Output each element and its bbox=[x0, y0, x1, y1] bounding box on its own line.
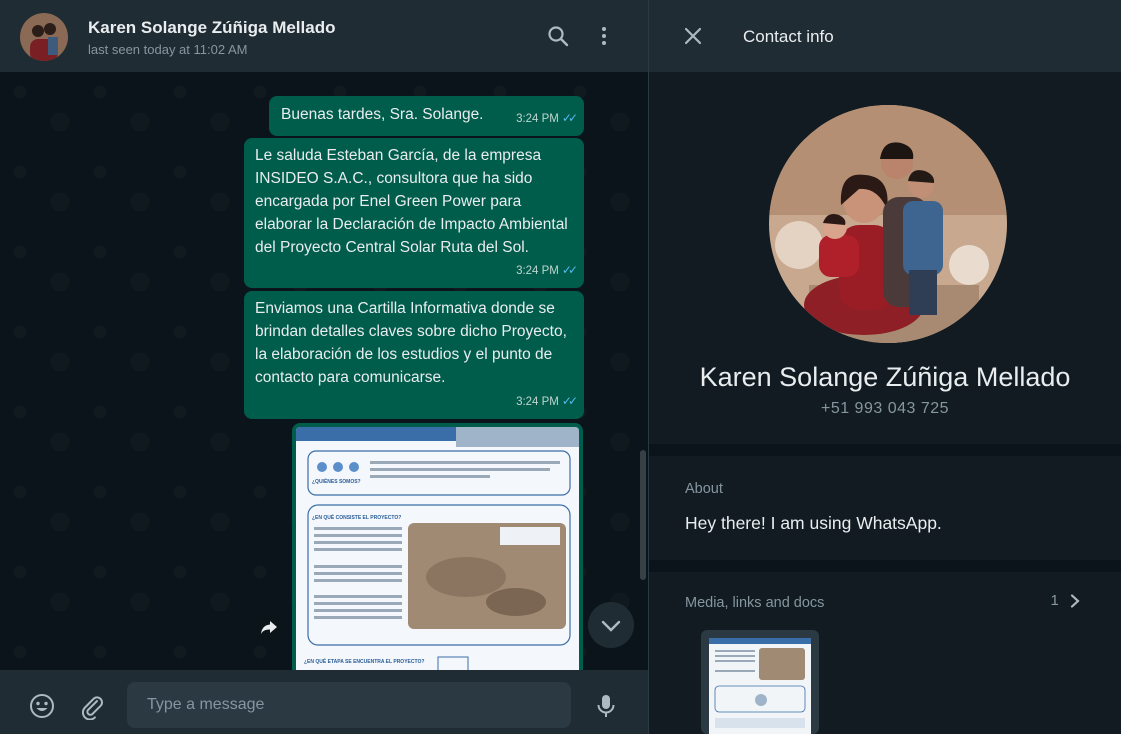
profile-photo[interactable] bbox=[769, 105, 1007, 343]
message-bubble[interactable]: Le saluda Esteban García, de la empresa … bbox=[244, 138, 584, 288]
media-count[interactable]: 1 bbox=[1050, 592, 1081, 609]
about-label: About bbox=[685, 481, 723, 497]
emoji-icon[interactable] bbox=[28, 692, 56, 720]
section-divider bbox=[649, 560, 1121, 572]
chevron-right-icon bbox=[1070, 594, 1080, 608]
chat-header[interactable]: Karen Solange Zúñiga Mellado last seen t… bbox=[0, 0, 648, 72]
mic-icon[interactable] bbox=[592, 692, 620, 720]
chat-pane: Karen Solange Zúñiga Mellado last seen t… bbox=[0, 0, 648, 734]
document-preview[interactable]: ¿QUIÉNES SOMOS? ¿EN QUÉ CONSISTE EL PROY… bbox=[296, 427, 579, 683]
double-check-icon: ✓✓ bbox=[561, 263, 578, 277]
document-image-message[interactable]: ¿QUIÉNES SOMOS? ¿EN QUÉ CONSISTE EL PROY… bbox=[292, 423, 583, 683]
contact-info-title: Contact info bbox=[743, 27, 834, 46]
contact-info-panel: Contact info Karen Solange Zúñiga Mellad… bbox=[648, 0, 1121, 734]
section-divider bbox=[649, 444, 1121, 456]
chat-scrollbar[interactable] bbox=[640, 450, 646, 580]
menu-icon[interactable] bbox=[592, 24, 616, 48]
chevron-down-icon bbox=[601, 620, 621, 632]
close-icon[interactable] bbox=[681, 24, 705, 48]
doc-heading: ¿EN QUÉ ETAPA SE ENCUENTRA EL PROYECTO? bbox=[304, 659, 425, 665]
forward-icon bbox=[261, 621, 277, 634]
message-time: 3:24 PM ✓✓ bbox=[516, 111, 578, 125]
document-page-graphic bbox=[296, 427, 579, 672]
about-text: Hey there! I am using WhatsApp. bbox=[685, 513, 942, 533]
attach-icon[interactable] bbox=[78, 692, 106, 720]
message-text: Enviamos una Cartilla Informativa donde … bbox=[255, 300, 567, 386]
scroll-down-button[interactable] bbox=[588, 602, 634, 648]
media-label[interactable]: Media, links and docs bbox=[685, 595, 824, 611]
profile-name: Karen Solange Zúñiga Mellado bbox=[699, 362, 1071, 392]
forward-button[interactable] bbox=[254, 612, 284, 642]
search-icon[interactable] bbox=[546, 24, 570, 48]
media-thumbnail[interactable] bbox=[701, 630, 819, 734]
doc-heading: ¿QUIÉNES SOMOS? bbox=[312, 479, 361, 485]
double-check-icon: ✓✓ bbox=[561, 111, 578, 125]
last-seen-status: last seen today at 11:02 AM bbox=[88, 42, 248, 57]
message-input[interactable] bbox=[127, 682, 571, 728]
profile-phone: +51 993 043 725 bbox=[820, 400, 950, 417]
message-text: Le saluda Esteban García, de la empresa … bbox=[255, 147, 568, 256]
doc-heading: ¿EN QUÉ CONSISTE EL PROYECTO? bbox=[312, 515, 402, 521]
contact-name[interactable]: Karen Solange Zúñiga Mellado bbox=[88, 18, 335, 38]
profile-section: Karen Solange Zúñiga Mellado +51 993 043… bbox=[649, 72, 1121, 444]
message-bubble[interactable]: Buenas tardes, Sra. Solange. 3:24 PM ✓✓ bbox=[269, 96, 584, 136]
double-check-icon: ✓✓ bbox=[561, 394, 578, 408]
compose-bar bbox=[0, 670, 648, 734]
contact-info-header: Contact info bbox=[649, 0, 1121, 72]
contact-avatar[interactable] bbox=[20, 13, 68, 61]
message-time: 3:24 PM ✓✓ bbox=[516, 263, 578, 277]
message-bubble[interactable]: Enviamos una Cartilla Informativa donde … bbox=[244, 291, 584, 419]
message-time: 3:24 PM ✓✓ bbox=[516, 394, 578, 408]
